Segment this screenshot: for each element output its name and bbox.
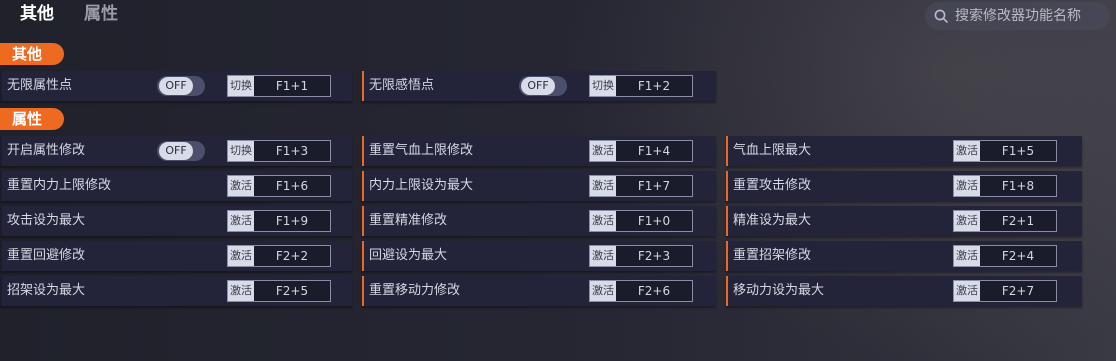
cheat-label: 精准设为最大: [733, 213, 812, 228]
hotkey-key: F1+9: [254, 211, 330, 231]
hotkey-key: F1+5: [980, 141, 1056, 161]
hotkey-tag: 激活: [590, 246, 616, 266]
hotkey-button[interactable]: 激活 F1+0: [589, 210, 693, 232]
cheat-row-parry-max: 招架设为最大 激活 F2+5: [0, 276, 352, 306]
cheat-label: 攻击设为最大: [7, 213, 86, 228]
hotkey-button[interactable]: 激活 F2+7: [953, 280, 1057, 302]
hotkey-tag: 激活: [954, 281, 980, 301]
hotkey-tag: 激活: [590, 281, 616, 301]
toggle-switch[interactable]: OFF: [157, 76, 205, 96]
cheat-row-reset-parry: 重置招架修改 激活 F2+4: [726, 241, 1082, 271]
hotkey-tag: 激活: [590, 141, 616, 161]
hotkey-button[interactable]: 激活 F1+9: [227, 210, 331, 232]
cheat-row-reset-attack: 重置攻击修改 激活 F1+8: [726, 171, 1082, 201]
hotkey-key: F1+3: [254, 141, 330, 161]
hotkey-button[interactable]: 激活 F2+2: [227, 245, 331, 267]
hotkey-tag: 激活: [954, 211, 980, 231]
toggle-state: OFF: [521, 77, 555, 95]
hotkey-tag: 激活: [590, 211, 616, 231]
cheat-label: 开启属性修改: [7, 143, 86, 158]
hotkey-tag: 切换: [590, 76, 616, 96]
cheat-row-accuracy-max: 精准设为最大 激活 F2+1: [726, 206, 1082, 236]
cheat-label: 重置精准修改: [369, 213, 448, 228]
hotkey-key: F2+3: [616, 246, 692, 266]
cheat-label: 回避设为最大: [369, 248, 448, 263]
cheat-label: 气血上限最大: [733, 143, 812, 158]
tab-bar: 其他 属性: [20, 2, 118, 26]
hotkey-tag: 激活: [228, 281, 254, 301]
hotkey-tag: 激活: [228, 176, 254, 196]
hotkey-key: F2+2: [254, 246, 330, 266]
hotkey-key: F1+6: [254, 176, 330, 196]
hotkey-key: F2+5: [254, 281, 330, 301]
hotkey-button[interactable]: 激活 F1+8: [953, 175, 1057, 197]
hotkey-key: F1+4: [616, 141, 692, 161]
cheat-label: 重置内力上限修改: [7, 178, 112, 193]
hotkey-button[interactable]: 激活 F2+6: [589, 280, 693, 302]
hotkey-button[interactable]: 激活 F2+4: [953, 245, 1057, 267]
hotkey-tag: 切换: [228, 141, 254, 161]
cheat-row-hp-max: 气血上限最大 激活 F1+5: [726, 136, 1082, 166]
hotkey-button[interactable]: 激活 F1+7: [589, 175, 693, 197]
cheat-label: 重置招架修改: [733, 248, 812, 263]
hotkey-key: F2+1: [980, 211, 1056, 231]
hotkey-tag: 激活: [954, 141, 980, 161]
toggle-switch[interactable]: OFF: [519, 76, 567, 96]
hotkey-key: F1+2: [616, 76, 692, 96]
cheat-label: 重置移动力修改: [369, 283, 461, 298]
toggle-switch[interactable]: OFF: [157, 141, 205, 161]
hotkey-key: F1+0: [616, 211, 692, 231]
hotkey-key: F1+7: [616, 176, 692, 196]
hotkey-button[interactable]: 激活 F2+3: [589, 245, 693, 267]
hotkey-button[interactable]: 激活 F2+5: [227, 280, 331, 302]
hotkey-tag: 激活: [228, 246, 254, 266]
hotkey-tag: 激活: [590, 176, 616, 196]
hotkey-button[interactable]: 激活 F1+4: [589, 140, 693, 162]
hotkey-button[interactable]: 切换 F1+3: [227, 140, 331, 162]
hotkey-key: F1+1: [254, 76, 330, 96]
cheat-row-reset-evasion: 重置回避修改 激活 F2+2: [0, 241, 352, 271]
toggle-state: OFF: [159, 77, 193, 95]
cheat-row-reset-accuracy: 重置精准修改 激活 F1+0: [362, 206, 716, 236]
cheat-row-evasion-max: 回避设为最大 激活 F2+3: [362, 241, 716, 271]
cheat-row-reset-movement: 重置移动力修改 激活 F2+6: [362, 276, 716, 306]
cheat-label: 招架设为最大: [7, 283, 86, 298]
cheat-label: 重置气血上限修改: [369, 143, 474, 158]
tab-other[interactable]: 其他: [20, 2, 54, 26]
hotkey-button[interactable]: 激活 F1+6: [227, 175, 331, 197]
hotkey-button[interactable]: 切换 F1+2: [589, 75, 693, 97]
hotkey-tag: 激活: [954, 246, 980, 266]
cheat-row-reset-hp-max: 重置气血上限修改 激活 F1+4: [362, 136, 716, 166]
cheat-row-infinite-insight-points: 无限感悟点 OFF 切换 F1+2: [362, 71, 716, 101]
hotkey-button[interactable]: 激活 F2+1: [953, 210, 1057, 232]
cheat-label: 无限属性点: [7, 78, 73, 93]
cheat-row-infinite-attr-points: 无限属性点 OFF 切换 F1+1: [0, 71, 352, 101]
hotkey-key: F1+8: [980, 176, 1056, 196]
cheat-row-reset-mp-max: 重置内力上限修改 激活 F1+6: [0, 171, 352, 201]
hotkey-key: F2+4: [980, 246, 1056, 266]
cheat-label: 无限感悟点: [369, 78, 435, 93]
cheat-label: 重置攻击修改: [733, 178, 812, 193]
hotkey-tag: 激活: [228, 211, 254, 231]
hotkey-tag: 切换: [228, 76, 254, 96]
toggle-state: OFF: [159, 142, 193, 160]
cheat-label: 内力上限设为最大: [369, 178, 474, 193]
cheat-row-attack-max: 攻击设为最大 激活 F1+9: [0, 206, 352, 236]
cheat-row-enable-attr-edit: 开启属性修改 OFF 切换 F1+3: [0, 136, 352, 166]
hotkey-key: F2+6: [616, 281, 692, 301]
search-icon: [934, 9, 948, 23]
hotkey-button[interactable]: 激活 F1+5: [953, 140, 1057, 162]
hotkey-button[interactable]: 切换 F1+1: [227, 75, 331, 97]
section-header-other: 其他: [0, 43, 64, 65]
search-box[interactable]: [925, 2, 1110, 30]
cheat-row-movement-max: 移动力设为最大 激活 F2+7: [726, 276, 1082, 306]
hotkey-tag: 激活: [954, 176, 980, 196]
cheat-label: 移动力设为最大: [733, 283, 825, 298]
cheat-row-mp-max: 内力上限设为最大 激活 F1+7: [362, 171, 716, 201]
hotkey-key: F2+7: [980, 281, 1056, 301]
cheat-label: 重置回避修改: [7, 248, 86, 263]
section-header-attributes: 属性: [0, 108, 64, 130]
search-input[interactable]: [955, 8, 1110, 24]
tab-attributes[interactable]: 属性: [84, 2, 118, 26]
